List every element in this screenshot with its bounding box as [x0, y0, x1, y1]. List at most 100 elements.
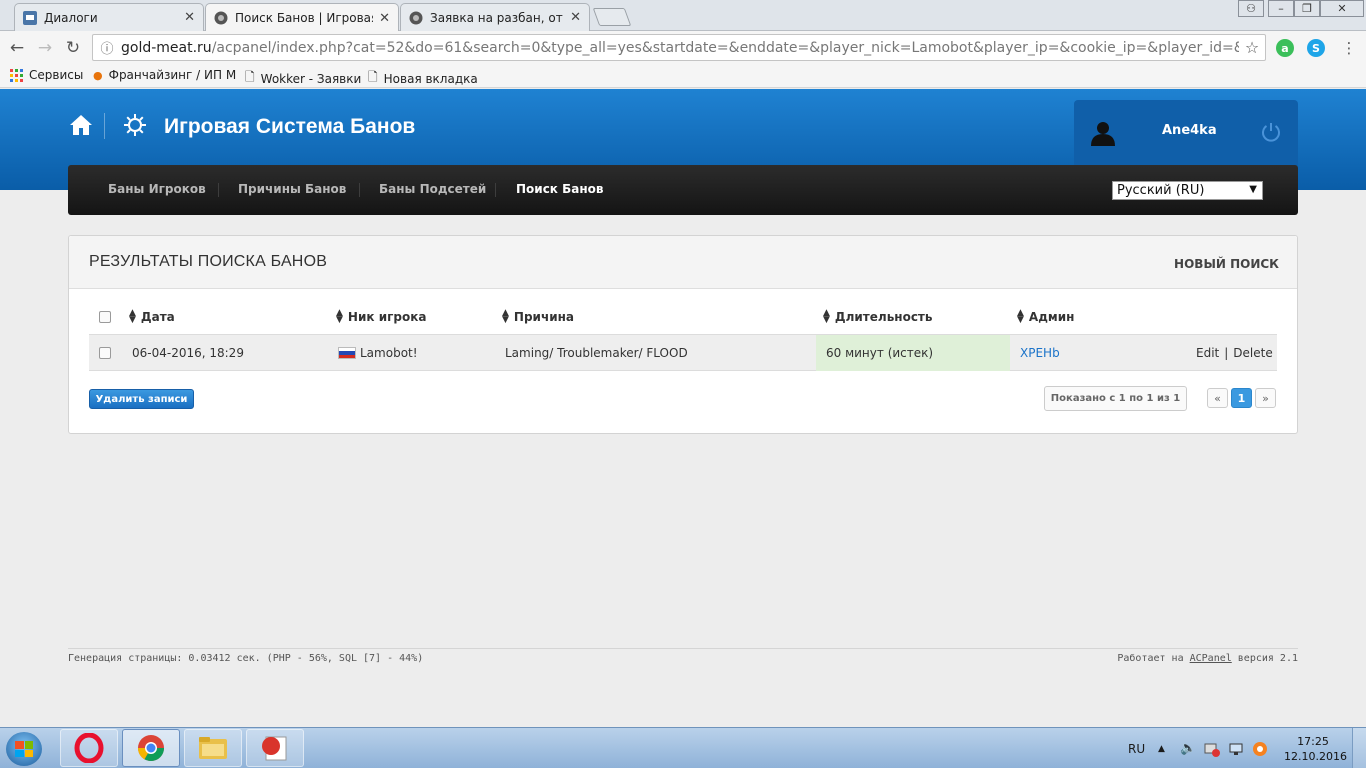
column-reason[interactable]: ▲ ▼ Причина [502, 299, 574, 335]
edit-link[interactable]: Edit [1196, 346, 1219, 360]
pagination-prev-button[interactable]: « [1207, 388, 1228, 408]
action-divider: | [1224, 346, 1229, 360]
taskbar-app[interactable] [246, 729, 304, 767]
nav-player-bans[interactable]: Баны Игроков [108, 182, 206, 196]
footer-generation-info: Генерация страницы: 0.03412 сек. (PHP - … [68, 653, 424, 664]
column-duration[interactable]: ▲ ▼ Длительность [823, 299, 932, 335]
globe-icon [409, 11, 423, 24]
close-window-button[interactable]: ✕ [1320, 0, 1364, 17]
reload-icon[interactable]: ↻ [62, 37, 84, 59]
username[interactable]: Ane4ka [1162, 123, 1217, 138]
close-icon[interactable]: ✕ [184, 10, 195, 25]
new-tab-button[interactable] [592, 8, 632, 26]
bookmark-wokker[interactable]: 🗋 Wokker - Заявки [245, 68, 361, 89]
gear-icon [124, 114, 146, 136]
delete-records-button[interactable]: Удалить записи [89, 389, 194, 409]
taskbar-explorer[interactable] [184, 729, 242, 767]
nav-ban-search[interactable]: Поиск Банов [516, 182, 604, 196]
tab-unban-request[interactable]: Заявка на разбан, от La ✕ [400, 3, 590, 31]
column-date[interactable]: ▲ ▼ Дата [129, 299, 175, 335]
footer-powered-by: Работает на ACPanel версия 2.1 [1117, 653, 1298, 664]
sort-icon: ▲ ▼ [823, 307, 830, 325]
sort-icon: ▲ ▼ [336, 307, 343, 325]
tray-avast-icon[interactable] [1252, 728, 1268, 768]
russia-flag-icon [338, 347, 356, 359]
address-bar[interactable]: ⓘ gold-meat.ru /acpanel/index.php?cat=52… [92, 34, 1266, 61]
cell-actions: Edit | Delete [1196, 335, 1273, 371]
bookmark-new-tab[interactable]: 🗋 Новая вкладка [368, 68, 478, 89]
results-table: ▲ ▼ Дата ▲ ▼ Ник игрока ▲ ▼ Причина ▲ ▼ Длит… [89, 299, 1277, 371]
taskbar-opera[interactable] [60, 729, 118, 767]
nav-subnet-bans[interactable]: Баны Подсетей [379, 182, 486, 196]
home-icon[interactable] [70, 115, 92, 135]
column-nick[interactable]: ▲ ▼ Ник игрока [336, 299, 426, 335]
page-content: Игровая Система Банов Ane4ka Баны Игроко… [0, 89, 1366, 727]
bookmark-services[interactable]: Сервисы [10, 68, 83, 82]
column-admin[interactable]: ▲ ▼ Админ [1017, 299, 1074, 335]
nav-divider [218, 183, 219, 197]
bookmark-site-icon: ● [93, 68, 103, 82]
close-icon[interactable]: ✕ [570, 10, 581, 25]
info-icon[interactable]: ⓘ [93, 38, 121, 57]
delete-link[interactable]: Delete [1233, 346, 1272, 360]
system-clock[interactable]: 17:25 12.10.2016 [1284, 734, 1347, 764]
language-select[interactable]: Русский (RU) ▼ [1112, 181, 1263, 200]
browser-tabstrip: Диалоги ✕ Поиск Банов | Игровая с ✕ Заяв… [0, 0, 1366, 32]
network-icon[interactable] [1228, 728, 1244, 768]
panel-header: РЕЗУЛЬТАТЫ ПОИСКА БАНОВ НОВЫЙ ПОИСК [69, 236, 1297, 289]
bookmarks-bar: Сервисы ● Франчайзинг / ИП М 🗋 Wokker - … [0, 64, 1366, 88]
page-icon: 🗋 [368, 70, 378, 84]
site-title: Игровая Система Банов [164, 115, 416, 138]
orange-circle-icon [1253, 741, 1267, 756]
acpanel-link[interactable]: ACPanel [1190, 653, 1232, 664]
minimize-button[interactable]: – [1268, 0, 1294, 17]
taskbar-chrome[interactable] [122, 729, 180, 767]
select-all-checkbox[interactable] [99, 311, 111, 323]
pagination-info: Показано с 1 по 1 из 1 [1044, 386, 1187, 411]
page-icon: 🗋 [245, 70, 255, 84]
bookmark-star-icon[interactable]: ☆ [1239, 38, 1265, 57]
row-checkbox-cell [99, 335, 111, 371]
table-row: 06-04-2016, 18:29 Lamobot! Laming/ Troub… [89, 335, 1277, 371]
show-desktop-button[interactable] [1352, 728, 1366, 768]
apps-icon [10, 68, 23, 82]
network-error-icon [1204, 743, 1220, 757]
new-search-link[interactable]: НОВЫЙ ПОИСК [1174, 257, 1279, 271]
tray-expand-icon[interactable]: ▲ [1158, 728, 1165, 768]
user-avatar-icon [1091, 122, 1115, 146]
forward-arrow-icon[interactable]: → [34, 37, 56, 59]
sort-icon: ▲ ▼ [502, 307, 509, 325]
globe-icon [214, 11, 228, 25]
extension-green-icon[interactable]: a [1276, 39, 1294, 57]
cell-date: 06-04-2016, 18:29 [132, 346, 244, 360]
select-all-checkbox-cell [99, 299, 111, 335]
close-icon[interactable]: ✕ [379, 11, 390, 26]
browser-toolbar: ← → ↻ ⓘ gold-meat.ru /acpanel/index.php?… [0, 31, 1366, 64]
results-panel: РЕЗУЛЬТАТЫ ПОИСКА БАНОВ НОВЫЙ ПОИСК ▲ ▼ Д… [68, 235, 1298, 434]
sort-icon: ▲ ▼ [129, 307, 136, 325]
windows-logo-icon [15, 741, 33, 757]
menu-kebab-icon[interactable]: ⋮ [1338, 37, 1360, 59]
tab-dialogs[interactable]: Диалоги ✕ [14, 3, 204, 31]
main-navbar: Баны Игроков Причины Банов Баны Подсетей… [68, 165, 1298, 215]
row-checkbox[interactable] [99, 347, 111, 359]
pagination-next-button[interactable]: » [1255, 388, 1276, 408]
cell-admin-link[interactable]: XPEHb [1020, 335, 1060, 371]
profile-icon[interactable]: ⚇ [1238, 0, 1264, 17]
restore-button[interactable]: ❐ [1294, 0, 1320, 17]
tray-language[interactable]: RU [1128, 728, 1145, 768]
tray-app-icon[interactable] [1204, 728, 1220, 768]
start-button[interactable] [6, 732, 42, 766]
nav-ban-reasons[interactable]: Причины Банов [238, 182, 346, 196]
bookmark-franchise[interactable]: ● Франчайзинг / ИП М [93, 68, 236, 82]
power-icon[interactable] [1260, 121, 1282, 143]
back-arrow-icon[interactable]: ← [6, 37, 28, 59]
opera-icon [74, 733, 104, 763]
volume-icon[interactable]: 🔈 [1180, 728, 1196, 768]
tab-ban-search[interactable]: Поиск Банов | Игровая с ✕ [205, 3, 399, 32]
skype-icon[interactable]: S [1307, 39, 1325, 57]
pagination-page-1[interactable]: 1 [1231, 388, 1252, 408]
table-header: ▲ ▼ Дата ▲ ▼ Ник игрока ▲ ▼ Причина ▲ ▼ Длит… [89, 299, 1277, 335]
user-box: Ane4ka [1074, 100, 1298, 166]
sort-icon: ▲ ▼ [1017, 307, 1024, 325]
